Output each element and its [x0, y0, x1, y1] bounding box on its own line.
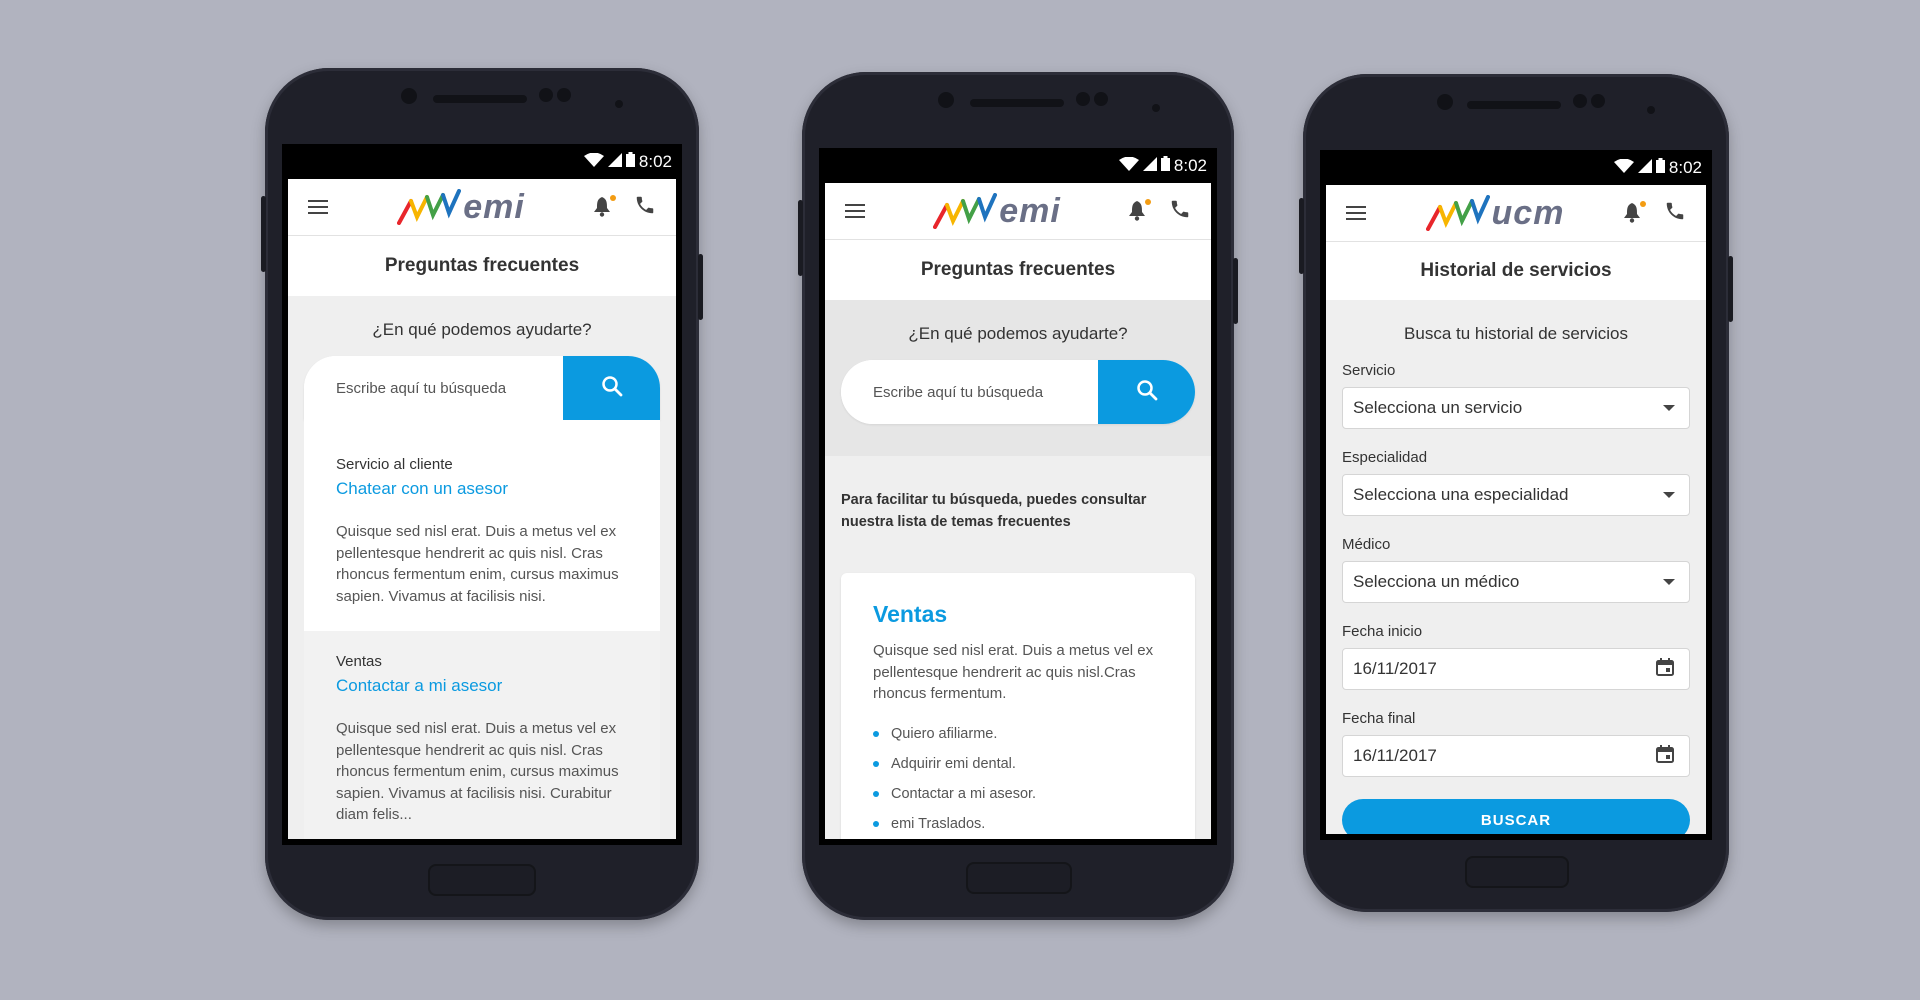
field-label: Especialidad [1342, 449, 1428, 466]
wifi-icon [1118, 156, 1139, 176]
clock: 8:02 [1668, 157, 1702, 177]
search-icon [601, 375, 623, 402]
phone-3: 8:02 ucm Historial de servicios Busca tu… [1299, 74, 1733, 912]
faq-link[interactable]: Contactar a mi asesor [336, 676, 628, 696]
end-date-field[interactable]: 16/11/2017 [1342, 735, 1690, 777]
brand-logo: ucm [1425, 193, 1565, 233]
topic-title: Ventas [873, 601, 948, 627]
app: ucm Historial de servicios Busca tu hist… [1326, 185, 1706, 834]
page-title: Preguntas frecuentes [288, 236, 676, 296]
screen: 8:02 emi Preguntas frecuentes ¿En qué po… [819, 148, 1217, 845]
faq-category: Servicio al cliente [336, 456, 453, 473]
phone-icon[interactable] [1169, 198, 1191, 225]
faq-link[interactable]: Chatear con un asesor [336, 479, 628, 499]
select-value: Selecciona un médico [1353, 572, 1520, 591]
signal-icon [1142, 156, 1157, 176]
phone-2: 8:02 emi Preguntas frecuentes ¿En qué po… [798, 72, 1238, 920]
menu-icon[interactable] [1346, 206, 1366, 220]
doctor-select[interactable]: Selecciona un médico [1342, 561, 1690, 603]
top-bar: ucm [1326, 185, 1706, 242]
field-label: Servicio [1342, 362, 1396, 379]
start-date-field[interactable]: 16/11/2017 [1342, 648, 1690, 690]
brand-name: ucm [1491, 193, 1565, 232]
search-icon [1136, 379, 1158, 406]
status-bar: 8:02 [282, 144, 682, 179]
search-button[interactable] [1098, 360, 1195, 424]
search-button[interactable]: BUSCAR [1342, 799, 1690, 834]
faq-list: Servicio al cliente Chatear con un aseso… [304, 420, 660, 839]
search-input[interactable] [841, 360, 1098, 424]
menu-icon[interactable] [308, 200, 328, 214]
faq-item: Ventas Contactar a mi asesor Quisque sed… [304, 631, 660, 839]
calendar-icon[interactable] [1655, 744, 1675, 769]
screen: 8:02 ucm Historial de servicios Busca tu… [1320, 150, 1712, 840]
date-value: 16/11/2017 [1353, 659, 1437, 678]
battery-icon [625, 151, 635, 172]
topic-list: Quiero afiliarme. Adquirir emi dental. C… [873, 719, 1163, 839]
topic-card: Ventas Quisque sed nisl erat. Duis a met… [841, 573, 1195, 839]
help-heading: ¿En qué podemos ayudarte? [908, 324, 1128, 343]
topic-link[interactable]: Adquirir emi dental. [873, 749, 1163, 779]
hint-text: Para facilitar tu búsqueda, puedes consu… [841, 492, 1147, 530]
field-label: Fecha final [1342, 710, 1416, 727]
topic-link[interactable]: Contactar a mi asesor. [873, 779, 1163, 809]
brand-logo: emi [933, 192, 1061, 231]
faq-text: Quisque sed nisl erat. Duis a metus vel … [336, 523, 619, 605]
wifi-icon [583, 152, 604, 172]
faq-text: Quisque sed nisl erat. Duis a metus vel … [336, 720, 619, 823]
search-bar [841, 360, 1195, 424]
content-area: Busca tu historial de servicios Servicio… [1326, 300, 1706, 834]
brand-logo: emi [397, 188, 525, 227]
help-heading: ¿En qué podemos ayudarte? [372, 320, 592, 339]
phone-icon[interactable] [634, 194, 656, 221]
top-bar: emi [288, 179, 676, 236]
calendar-icon[interactable] [1655, 657, 1675, 682]
search-button[interactable] [563, 356, 660, 420]
status-bar: 8:02 [1320, 150, 1712, 185]
brand-name: emi [463, 187, 525, 226]
chevron-down-icon [1663, 492, 1675, 498]
signal-icon [607, 152, 622, 172]
page-title: Preguntas frecuentes [825, 240, 1211, 300]
search-bar [304, 356, 660, 420]
bell-icon[interactable] [594, 195, 616, 217]
service-select[interactable]: Selecciona un servicio [1342, 387, 1690, 429]
clock: 8:02 [638, 151, 672, 171]
select-value: Selecciona un servicio [1353, 398, 1523, 417]
battery-icon [1160, 155, 1170, 176]
field-label: Fecha inicio [1342, 623, 1423, 640]
faq-item: Servicio al cliente Chatear con un aseso… [304, 420, 660, 631]
specialty-select[interactable]: Selecciona una especialidad [1342, 474, 1690, 516]
phone-icon[interactable] [1664, 200, 1686, 227]
content-area: ¿En qué podemos ayudarte? Para facilitar… [825, 300, 1211, 839]
battery-icon [1655, 157, 1665, 178]
bell-icon[interactable] [1129, 199, 1151, 221]
menu-icon[interactable] [845, 204, 865, 218]
signal-icon [1637, 158, 1652, 178]
top-bar: emi [825, 183, 1211, 240]
phone-1: 8:02 emi Preguntas frecuentes ¿En qué po… [261, 68, 703, 920]
topic-description: Quisque sed nisl erat. Duis a metus vel … [873, 642, 1154, 702]
form-heading: Busca tu historial de servicios [1404, 324, 1628, 343]
chevron-down-icon [1663, 579, 1675, 585]
page-title: Historial de servicios [1326, 242, 1706, 300]
app: emi Preguntas frecuentes ¿En qué podemos… [288, 179, 676, 839]
search-input[interactable] [304, 356, 563, 420]
status-bar: 8:02 [819, 148, 1217, 183]
date-value: 16/11/2017 [1353, 746, 1437, 765]
clock: 8:02 [1173, 155, 1207, 175]
wifi-icon [1613, 158, 1634, 178]
topic-link[interactable]: Quiero afiliarme. [873, 719, 1163, 749]
select-value: Selecciona una especialidad [1353, 485, 1569, 504]
app: emi Preguntas frecuentes ¿En qué podemos… [825, 183, 1211, 839]
chevron-down-icon [1663, 405, 1675, 411]
content-area: ¿En qué podemos ayudarte? Servicio al cl… [288, 296, 676, 839]
brand-name: emi [999, 191, 1061, 230]
topic-link[interactable]: emi Traslados. [873, 809, 1163, 839]
bell-icon[interactable] [1623, 201, 1646, 223]
screen: 8:02 emi Preguntas frecuentes ¿En qué po… [282, 144, 682, 845]
faq-category: Ventas [336, 653, 382, 670]
field-label: Médico [1342, 536, 1391, 553]
